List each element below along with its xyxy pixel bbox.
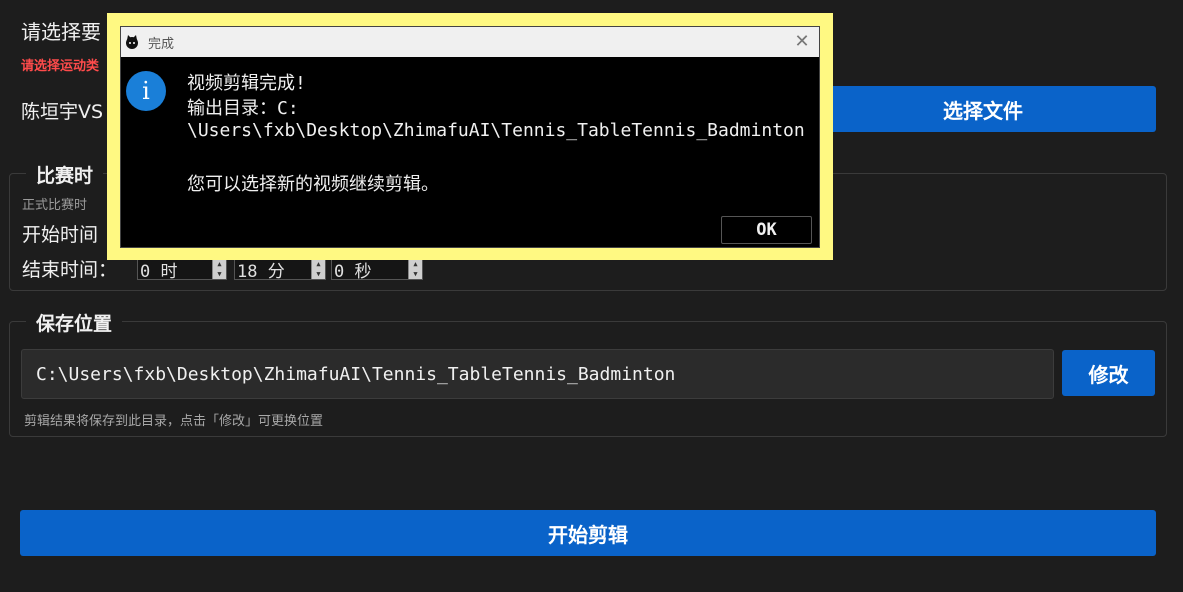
start-time-label: 开始时间: [22, 224, 99, 246]
select-file-button[interactable]: 选择文件: [810, 86, 1156, 132]
end-hours-spinbox[interactable]: 0 时 ▲ ▼: [137, 258, 227, 282]
spin-down-icon[interactable]: ▼: [316, 270, 320, 278]
dialog-titlebar[interactable]: 完成 ✕: [121, 27, 819, 57]
prompt-title: 请选择要: [21, 20, 101, 44]
spin-up-icon[interactable]: ▲: [316, 260, 320, 268]
dialog-title: 完成: [148, 36, 175, 52]
start-edit-button[interactable]: 开始剪辑: [20, 510, 1156, 556]
end-seconds-spinbox[interactable]: 0 秒 ▲ ▼: [331, 258, 423, 282]
end-time-label: 结束时间：: [22, 259, 118, 281]
dialog-message-line: 视频剪辑完成!: [187, 73, 306, 94]
close-icon[interactable]: ✕: [791, 30, 813, 52]
info-icon: i: [126, 71, 166, 111]
end-hours-stepper[interactable]: ▲ ▼: [212, 259, 226, 279]
app-logo-icon: [124, 34, 140, 50]
modify-path-button[interactable]: 修改: [1062, 350, 1155, 396]
dialog-message-line: \Users\fxb\Desktop\ZhimafuAI\Tennis_Tabl…: [187, 120, 805, 141]
spin-up-icon[interactable]: ▲: [217, 260, 221, 268]
dialog-message-line: 输出目录：C:: [187, 98, 299, 119]
end-minutes-stepper[interactable]: ▲ ▼: [311, 259, 325, 279]
match-time-hint: 正式比赛时: [22, 198, 88, 213]
end-minutes-value: 18 分: [237, 261, 285, 282]
end-minutes-spinbox[interactable]: 18 分 ▲ ▼: [234, 258, 326, 282]
save-location-title: 保存位置: [26, 309, 123, 336]
ok-button[interactable]: OK: [721, 216, 812, 244]
spin-down-icon[interactable]: ▼: [217, 270, 221, 278]
save-path-field[interactable]: C:\Users\fxb\Desktop\ZhimafuAI\Tennis_Ta…: [21, 349, 1054, 399]
completion-dialog: 完成 ✕ i 视频剪辑完成! 输出目录：C: \Users\fxb\Deskto…: [120, 26, 820, 248]
end-seconds-stepper[interactable]: ▲ ▼: [408, 259, 422, 279]
selected-file-name: 陈垣宇VS: [21, 101, 104, 123]
save-location-hint: 剪辑结果将保存到此目录，点击「修改」可更换位置: [24, 414, 324, 429]
spin-up-icon[interactable]: ▲: [413, 260, 417, 268]
match-time-group-title: 比赛时: [26, 161, 104, 188]
sport-type-warning: 请选择运动类: [21, 59, 100, 74]
end-hours-value: 0 时: [140, 261, 178, 282]
end-seconds-value: 0 秒: [334, 261, 372, 282]
dialog-message-line: 您可以选择新的视频继续剪辑。: [187, 174, 439, 195]
spin-down-icon[interactable]: ▼: [413, 270, 417, 278]
